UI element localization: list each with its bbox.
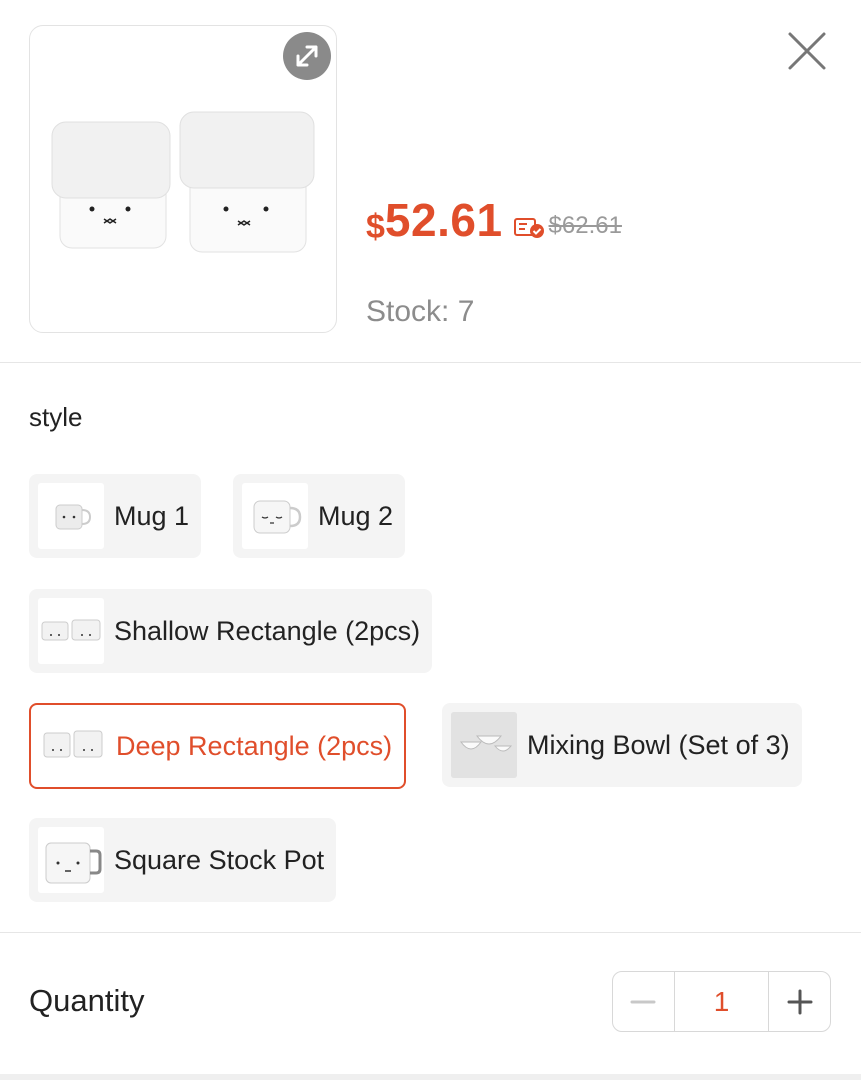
style-option-mug-1[interactable]: Mug 1 <box>29 474 202 558</box>
style-option-mug-2[interactable]: Mug 2 <box>233 474 406 558</box>
quantity-stepper: 1 <box>612 971 831 1032</box>
style-option-square-stock-pot[interactable]: Square Stock Pot <box>29 818 337 902</box>
option-thumbnail <box>38 827 104 893</box>
option-thumbnail <box>38 483 104 549</box>
divider <box>0 362 861 363</box>
style-option-deep-rectangle[interactable]: Deep Rectangle (2pcs) <box>29 703 407 789</box>
original-price: $62.61 <box>548 212 622 239</box>
style-option-mixing-bowl[interactable]: Mixing Bowl (Set of 3) <box>442 703 802 787</box>
price-currency: $ <box>366 207 385 246</box>
minus-icon <box>630 1000 656 1003</box>
current-price: 52.61 <box>384 194 503 246</box>
divider <box>0 932 861 933</box>
coupon-check-icon <box>513 216 545 238</box>
expand-image-button[interactable] <box>283 32 331 80</box>
close-icon <box>788 32 826 70</box>
option-thumbnail <box>38 598 104 664</box>
quantity-value[interactable]: 1 <box>673 972 770 1031</box>
style-section-label: style <box>29 402 83 432</box>
close-button[interactable] <box>786 30 828 72</box>
style-option-shallow-rectangle[interactable]: Shallow Rectangle (2pcs) <box>29 589 433 673</box>
expand-arrows-icon <box>296 45 318 67</box>
decrease-button[interactable] <box>613 972 674 1031</box>
option-label: Mug 1 <box>114 500 190 531</box>
bottom-edge <box>0 1074 861 1080</box>
option-thumbnail <box>451 712 517 778</box>
option-label: Square Stock Pot <box>114 844 325 875</box>
option-label: Mixing Bowl (Set of 3) <box>527 729 790 760</box>
sku-selector-sheet: $ 52.61 $62.61 Stock: 7 style Mug 1 Mug … <box>0 0 861 1080</box>
option-label: Mug 2 <box>318 500 394 531</box>
option-label: Shallow Rectangle (2pcs) <box>114 615 421 646</box>
option-thumbnail <box>40 713 106 779</box>
quantity-label: Quantity <box>29 983 145 1018</box>
price-row: $ 52.61 $62.61 <box>366 190 622 250</box>
plus-icon <box>787 989 813 1014</box>
stock-count: Stock: 7 <box>366 295 475 328</box>
increase-button[interactable] <box>769 972 830 1031</box>
option-thumbnail <box>242 483 308 549</box>
option-label: Deep Rectangle (2pcs) <box>116 730 393 761</box>
